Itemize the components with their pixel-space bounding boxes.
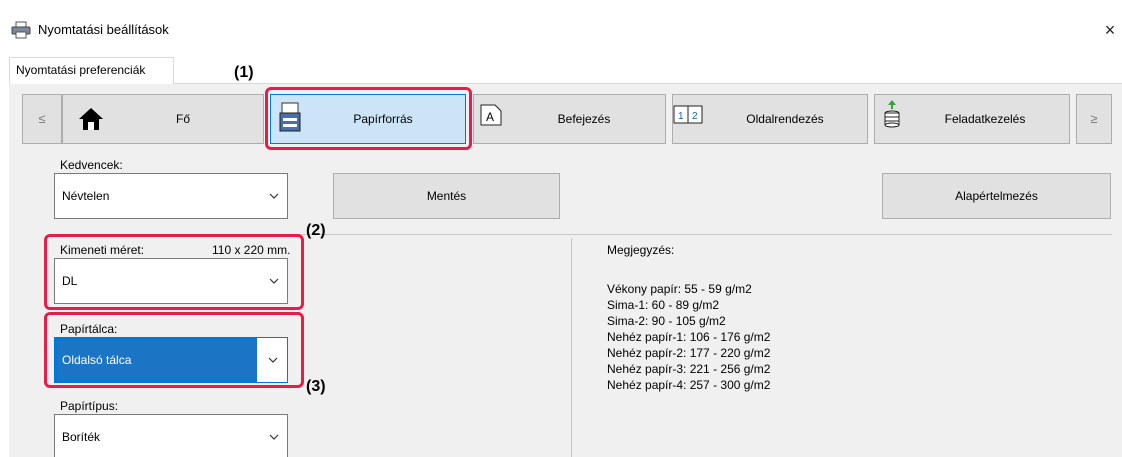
nav-item-label: Feladatkezelés [944, 112, 1026, 126]
note-line: Nehéz papír-1: 106 - 176 g/m2 [607, 330, 771, 344]
chevron-down-icon [269, 434, 279, 440]
job-handling-icon [884, 100, 900, 128]
callout-box-paper-source [265, 87, 472, 150]
nav-item-job-handling[interactable]: Feladatkezelés [874, 94, 1070, 144]
nav-item-label: Befejezés [557, 112, 611, 126]
nav-item-label: Oldalrendezés [746, 112, 824, 126]
nav-item-finishing[interactable]: A Befejezés [473, 94, 666, 144]
note-line: Nehéz papír-3: 221 - 256 g/m2 [607, 362, 771, 376]
paper-type-value: Boríték [62, 430, 101, 444]
chevron-down-icon [269, 193, 279, 199]
callout-box-output-size [44, 234, 304, 310]
callout-box-paper-tray [44, 312, 304, 388]
nav-item-label: Fő [175, 112, 190, 126]
finishing-icon: A [480, 104, 502, 126]
favorites-select[interactable]: Névtelen [54, 173, 288, 219]
column-divider [571, 238, 572, 457]
note-line: Nehéz papír-2: 177 - 220 g/m2 [607, 346, 771, 360]
note-line: Nehéz papír-4: 257 - 300 g/m2 [607, 378, 771, 392]
home-icon [79, 108, 103, 130]
note-line: Vékony papír: 55 - 59 g/m2 [607, 282, 752, 296]
svg-text:A: A [486, 110, 494, 124]
nav-prev-button[interactable]: ≤ [22, 94, 62, 144]
paper-type-select[interactable]: Boríték [54, 414, 288, 457]
callout-number-1: (1) [234, 64, 254, 81]
note-line: Sima-1: 60 - 89 g/m2 [607, 298, 720, 312]
close-icon: × [1104, 20, 1116, 40]
tab-printing-preferences[interactable]: Nyomtatási preferenciák [9, 57, 174, 84]
svg-text:2: 2 [692, 111, 698, 122]
printer-icon [11, 21, 31, 39]
default-button[interactable]: Alapértelmezés [882, 173, 1111, 219]
nav-item-layout[interactable]: 1 2 Oldalrendezés [672, 94, 868, 144]
note-line: Sima-2: 90 - 105 g/m2 [607, 314, 726, 328]
nav-next-button[interactable]: ≥ [1076, 94, 1112, 144]
paper-type-label: Papírtípus: [60, 399, 119, 413]
save-button[interactable]: Mentés [333, 173, 560, 219]
title-bar: Nyomtatási beállítások × [0, 0, 1122, 56]
close-button[interactable]: × [1098, 16, 1122, 44]
callout-number-3: (3) [306, 378, 326, 395]
favorites-value: Névtelen [62, 189, 110, 203]
favorites-label: Kedvencek: [60, 158, 123, 172]
notes-heading: Megjegyzés: [607, 243, 675, 257]
window-title: Nyomtatási beállítások [38, 22, 169, 37]
callout-number-2: (2) [306, 222, 326, 239]
svg-text:1: 1 [678, 111, 684, 122]
nav-item-main[interactable]: Fő [62, 94, 264, 144]
layout-icon: 1 2 [673, 105, 703, 124]
